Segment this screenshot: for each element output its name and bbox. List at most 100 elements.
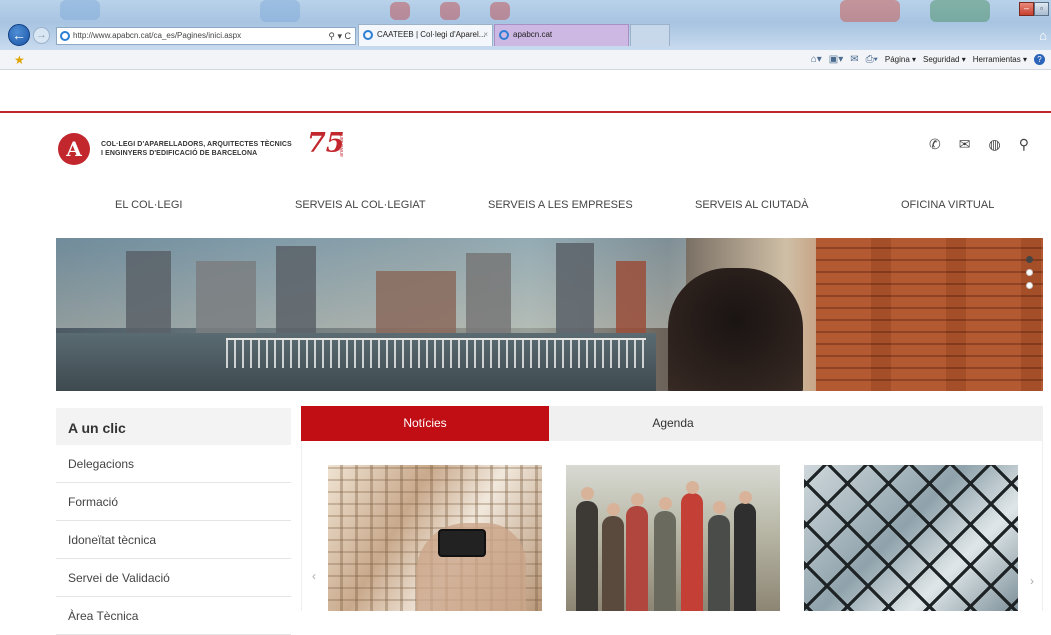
hero-railing	[226, 338, 646, 368]
hero-bricks	[816, 238, 1043, 391]
hero-building	[376, 271, 456, 341]
slider-dot[interactable]	[1026, 282, 1033, 289]
nav-oficina-virtual[interactable]: OFICINA VIRTUAL	[901, 199, 994, 211]
tab-noticies[interactable]: Notícies	[301, 406, 549, 441]
image-head	[581, 487, 594, 500]
hero-person	[668, 268, 803, 391]
news-image[interactable]	[566, 465, 780, 611]
header-tools: ✆ ✉ ◍ ⚲	[929, 136, 1029, 153]
header-rule	[0, 111, 1051, 113]
ie-icon	[363, 30, 373, 40]
mail-icon[interactable]: ✉	[959, 136, 971, 153]
slider-dot[interactable]	[1026, 256, 1033, 263]
hero-building	[556, 243, 594, 341]
globe-icon[interactable]: ◍	[989, 136, 1001, 153]
anniversary-caption: aniversari	[339, 135, 345, 157]
image-person	[602, 516, 624, 611]
ie-icon	[60, 31, 70, 41]
slider-dot[interactable]	[1026, 269, 1033, 276]
chevron-right-icon[interactable]: ›	[1030, 574, 1034, 588]
quick-links-sidebar: A un clic Delegacions Formació Idoneïtat…	[56, 408, 291, 635]
new-tab-button[interactable]	[630, 24, 670, 46]
taskbar-blur	[390, 2, 410, 20]
browser-tab[interactable]: apabcn.cat	[494, 24, 629, 46]
home-icon[interactable]: ⌂	[1039, 28, 1047, 43]
address-url: http://www.apabcn.cat/ca_es/Pagines/inic…	[73, 31, 242, 40]
taskbar-blur	[930, 0, 990, 22]
logo-text[interactable]: COL·LEGI D'APARELLADORS, ARQUITECTES TÈC…	[101, 140, 292, 158]
image-person	[626, 506, 648, 611]
sidebar-item-idoneitat[interactable]: Idoneïtat tècnica	[56, 521, 291, 559]
hero-building	[276, 246, 316, 341]
hero-building	[616, 261, 646, 341]
window-controls: – ▫	[1019, 2, 1049, 16]
logo-line: I ENGINYERS D'EDIFICACIÓ DE BARCELONA	[101, 150, 258, 157]
menu-tools[interactable]: Herramientas ▾	[973, 55, 1027, 64]
menu-page[interactable]: Página ▾	[885, 55, 916, 64]
image-person	[734, 503, 756, 611]
image-person	[654, 511, 676, 611]
slider-dots	[1026, 256, 1033, 289]
hero-building	[126, 251, 171, 341]
nav-serveis-empreses[interactable]: SERVEIS A LES EMPRESES	[488, 199, 633, 211]
nav-el-collegi[interactable]: EL COL·LEGI	[115, 199, 182, 211]
favorites-star-icon[interactable]: ★	[14, 53, 25, 67]
logo-line: COL·LEGI D'APARELLADORS, ARQUITECTES TÈC…	[101, 141, 292, 148]
tab-agenda[interactable]: Agenda	[549, 406, 797, 441]
taskbar-blur	[260, 0, 300, 22]
print-icon[interactable]: ⎙▾	[866, 54, 878, 65]
command-bar-tools: ⌂▾ ▣▾ ✉ ⎙▾ Página ▾ Seguridad ▾ Herramie…	[811, 54, 1045, 65]
help-icon[interactable]: ?	[1034, 54, 1045, 65]
image-person	[681, 493, 703, 611]
image-person	[708, 515, 730, 611]
menu-security[interactable]: Seguridad ▾	[923, 55, 966, 64]
hero-slider[interactable]	[56, 238, 1043, 391]
browser-tab-active[interactable]: CAATEEB | Col·legi d'Aparel... ×	[358, 24, 493, 46]
command-bar: ★ ⌂▾ ▣▾ ✉ ⎙▾ Página ▾ Seguridad ▾ Herram…	[0, 50, 1051, 70]
image-person	[576, 501, 598, 611]
minimize-button[interactable]: –	[1019, 2, 1034, 16]
forward-button[interactable]: →	[33, 27, 50, 44]
browser-titlebar: ← → http://www.apabcn.cat/ca_es/Pagines/…	[0, 0, 1051, 50]
nav-serveis-collegiat[interactable]: SERVEIS AL COL·LEGIAT	[295, 199, 426, 211]
taskbar-blur	[60, 0, 100, 20]
chevron-left-icon[interactable]: ‹	[312, 569, 316, 583]
main-nav: EL COL·LEGI SERVEIS AL COL·LEGIAT SERVEI…	[55, 199, 1043, 215]
hero-building	[196, 261, 256, 341]
image-head	[659, 497, 672, 510]
image-head	[686, 481, 699, 494]
news-carousel: ‹ ›	[301, 441, 1043, 611]
close-tab-icon[interactable]: ×	[483, 25, 488, 45]
nav-serveis-ciutada[interactable]: SERVEIS AL CIUTADÀ	[695, 199, 809, 211]
maximize-button[interactable]: ▫	[1034, 2, 1049, 16]
news-image[interactable]	[804, 465, 1018, 611]
search-icon[interactable]: ⚲	[1019, 136, 1029, 153]
ie-icon	[499, 30, 509, 40]
image-head	[713, 501, 726, 514]
address-tools[interactable]: ⚲ ▾ C	[328, 28, 351, 44]
hero-building	[466, 253, 511, 341]
phone-icon[interactable]: ✆	[929, 136, 941, 153]
sidebar-item-delegacions[interactable]: Delegacions	[56, 445, 291, 483]
sidebar-item-area-tecnica[interactable]: Àrea Tècnica	[56, 597, 291, 635]
address-bar[interactable]: http://www.apabcn.cat/ca_es/Pagines/inic…	[56, 27, 356, 45]
image-head	[631, 493, 644, 506]
sidebar-item-validacio[interactable]: Servei de Validació	[56, 559, 291, 597]
tab-label: apabcn.cat	[513, 30, 553, 39]
image-glass-grid	[804, 465, 1018, 611]
back-button[interactable]: ←	[8, 24, 30, 46]
news-image[interactable]	[328, 465, 542, 611]
logo-icon[interactable]: A	[58, 133, 90, 165]
mail-tool-icon[interactable]: ✉	[850, 54, 858, 65]
image-head	[739, 491, 752, 504]
sidebar-title: A un clic	[56, 408, 291, 445]
image-phone	[438, 529, 486, 557]
taskbar-blur	[840, 0, 900, 22]
taskbar-blur	[490, 2, 510, 20]
taskbar-blur	[440, 2, 460, 20]
sidebar-item-formacio[interactable]: Formació	[56, 483, 291, 521]
home-tool-icon[interactable]: ⌂▾	[811, 54, 822, 65]
content-tabs: Notícies Agenda	[301, 406, 1043, 441]
tab-label: CAATEEB | Col·legi d'Aparel...	[377, 30, 486, 39]
feeds-icon[interactable]: ▣▾	[829, 54, 843, 65]
